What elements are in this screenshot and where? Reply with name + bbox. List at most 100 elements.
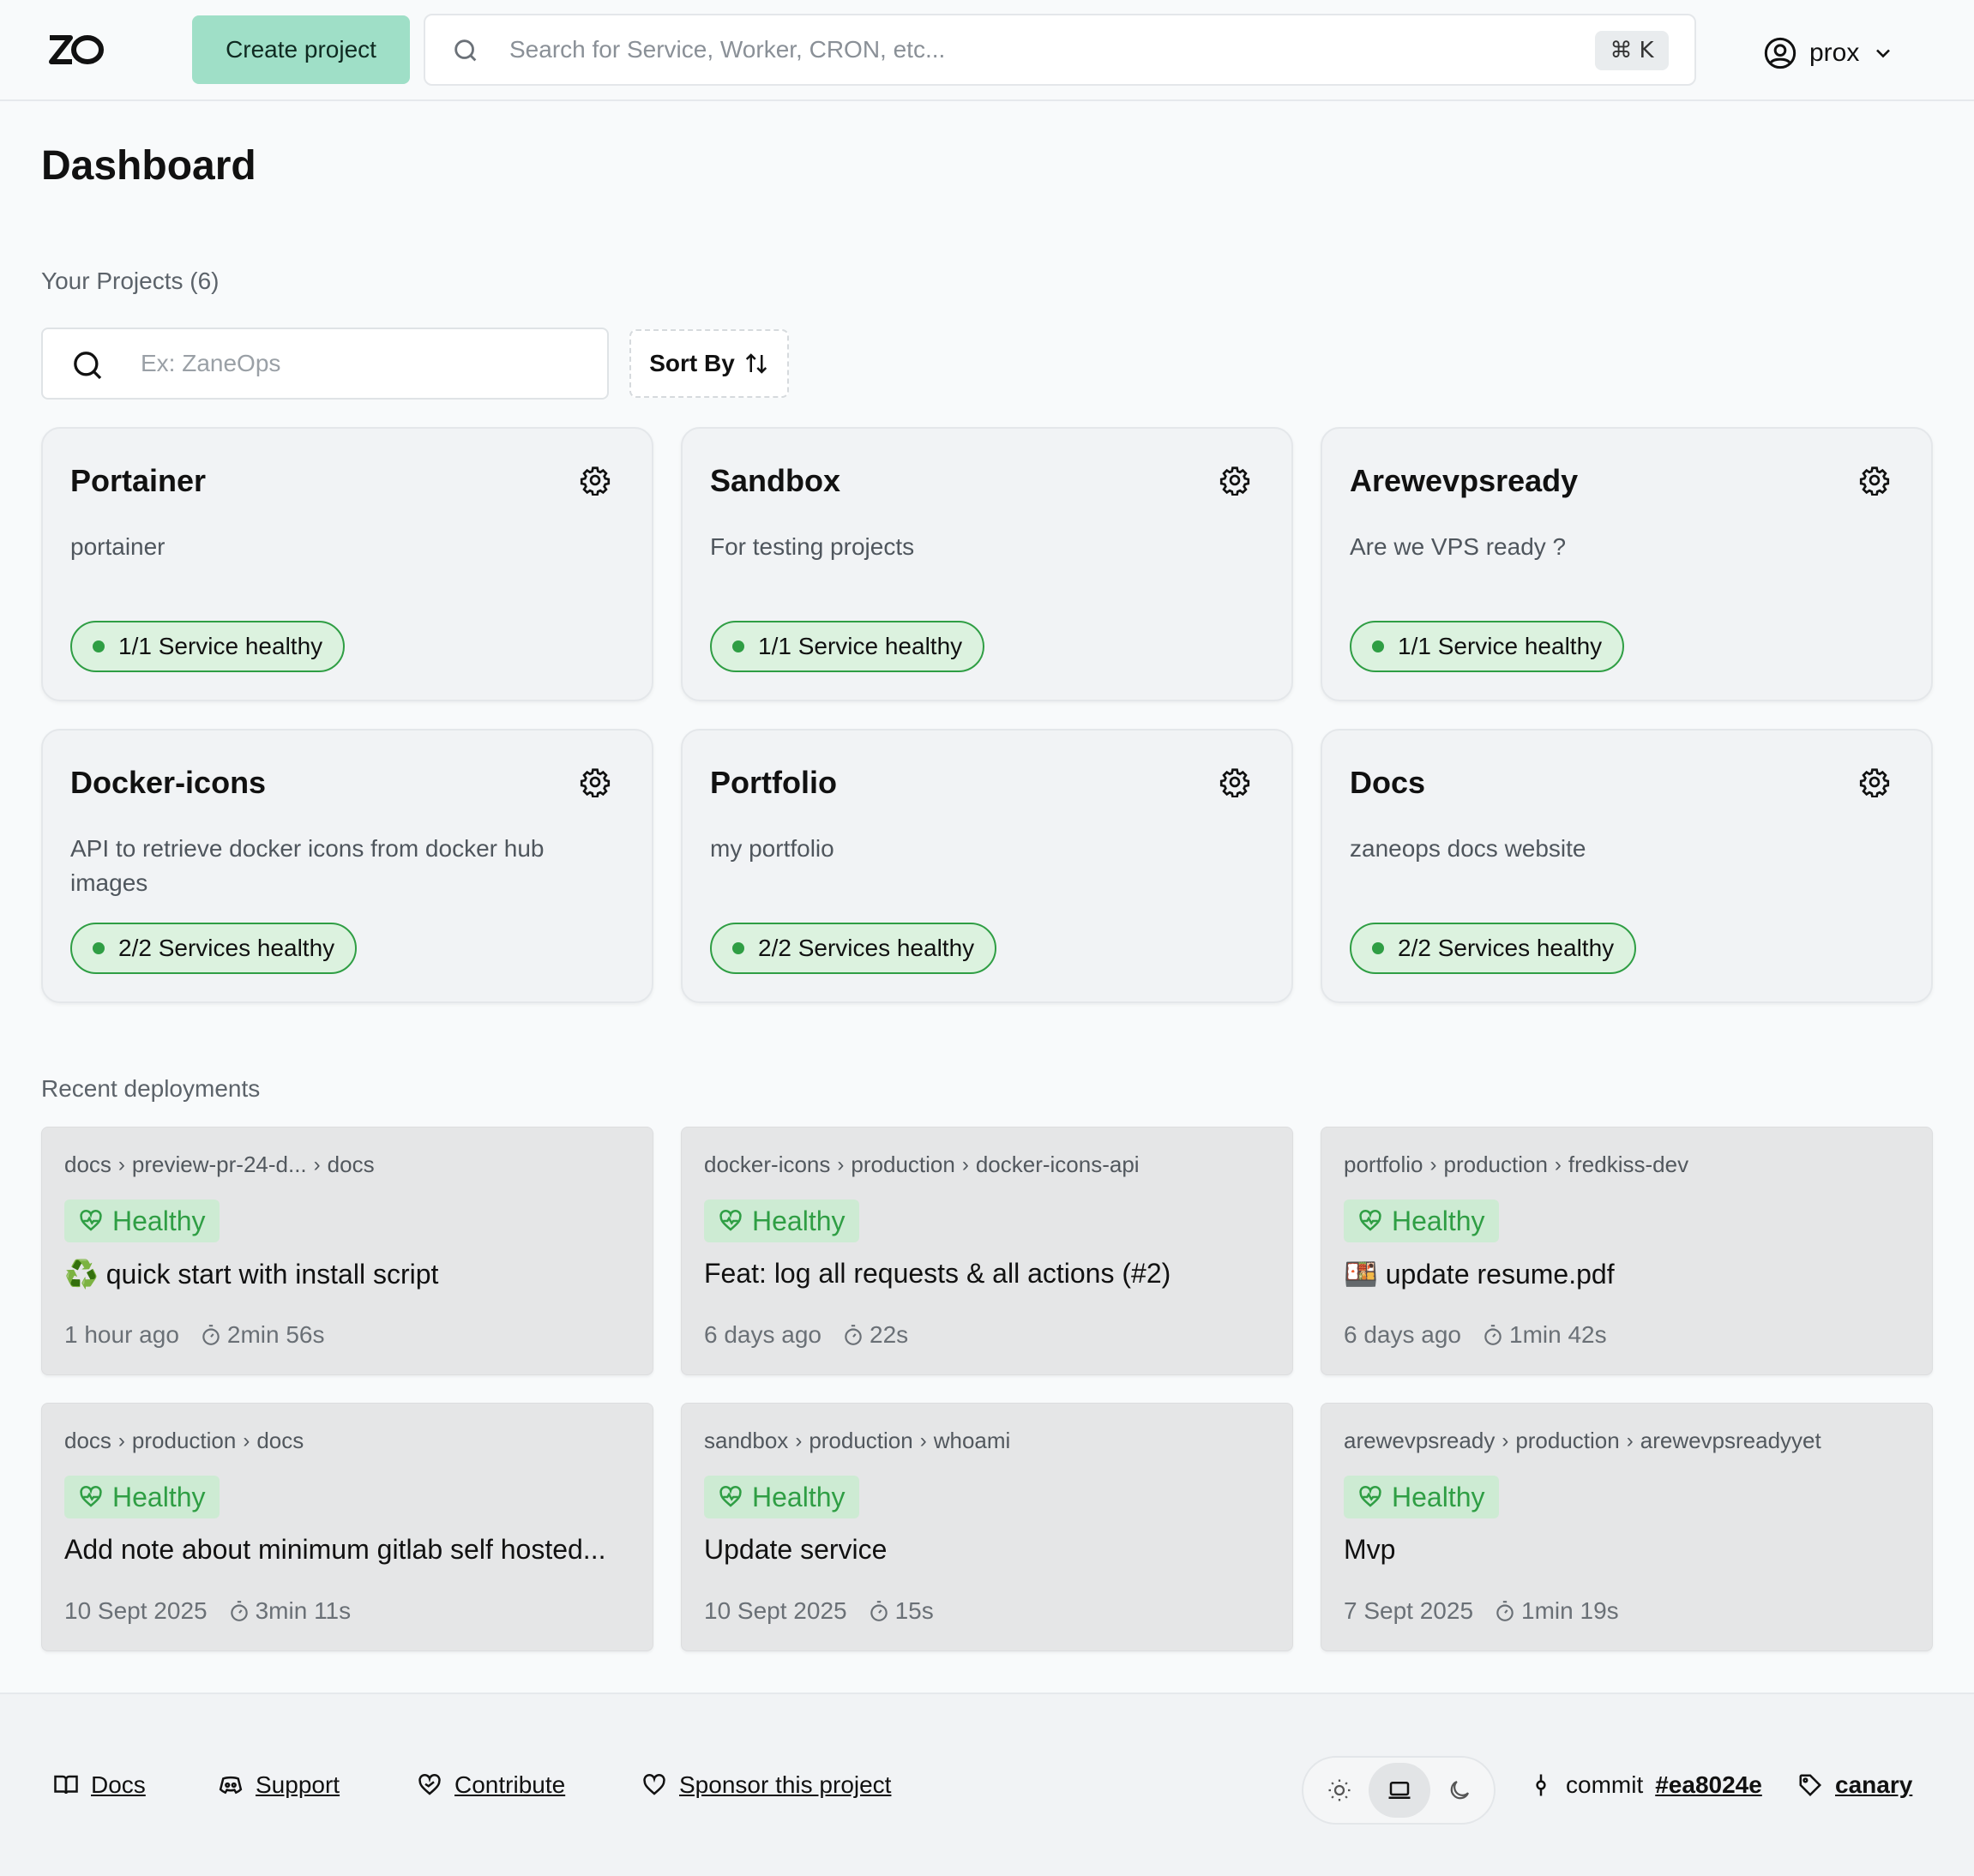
user-menu[interactable]: prox (1763, 29, 1895, 77)
support-link[interactable]: Support (218, 1771, 340, 1799)
contribute-link[interactable]: Contribute (417, 1771, 565, 1799)
deployment-card[interactable]: docs › preview-pr-24-d... › docs Healthy ♻… (41, 1127, 653, 1375)
status-dot (93, 942, 105, 954)
timer-icon (1484, 1325, 1502, 1345)
book-icon (54, 1775, 78, 1795)
status-label: Healthy (112, 1205, 206, 1236)
deployment-time: 10 Sept 2025 (704, 1597, 847, 1624)
gear-icon[interactable] (580, 767, 611, 797)
project-card[interactable]: Docker-icons API to retrieve docker icon… (41, 729, 653, 1003)
breadcrumb-project[interactable]: sandbox (704, 1428, 788, 1454)
project-card[interactable]: Arewevpsready Are we VPS ready ? 1/1 Ser… (1321, 427, 1933, 701)
commit-hash-link[interactable]: #ea8024e (1655, 1771, 1762, 1799)
project-card[interactable]: Sandbox For testing projects 1/1 Service… (681, 427, 1293, 701)
global-search-input[interactable]: Search for Service, Worker, CRON, etc...… (424, 14, 1696, 86)
breadcrumb-service[interactable]: whoami (934, 1428, 1011, 1454)
gear-icon[interactable] (1859, 465, 1890, 496)
breadcrumb-project[interactable]: docs (64, 1151, 111, 1178)
duration-value: 22s (870, 1321, 909, 1348)
breadcrumb: docs › preview-pr-24-d... › docs (64, 1151, 375, 1178)
commit-message: Update service (704, 1534, 888, 1565)
badge-label: 2/2 Services healthy (1398, 935, 1615, 961)
project-name[interactable]: Docs (1350, 765, 1425, 801)
deployment-duration: 2min 56s (200, 1321, 325, 1349)
heart-pulse-icon (80, 1485, 102, 1507)
duration-value: 1min 19s (1521, 1597, 1619, 1624)
breadcrumb-project[interactable]: docker-icons (704, 1151, 830, 1178)
project-name[interactable]: Sandbox (710, 463, 840, 499)
project-card[interactable]: Portainer portainer 1/1 Service healthy (41, 427, 653, 701)
docs-link[interactable]: Docs (53, 1771, 146, 1799)
service-health-badge: 2/2 Services healthy (1350, 923, 1637, 974)
tag-icon (1799, 1774, 1822, 1797)
breadcrumb-service[interactable]: arewevpsreadyyet (1640, 1428, 1821, 1454)
breadcrumb-environment[interactable]: production (132, 1428, 236, 1454)
service-health-badge: 1/1 Service healthy (70, 621, 346, 672)
status-badge: Healthy (64, 1476, 220, 1518)
theme-system-button[interactable] (1369, 1763, 1430, 1818)
channel-link[interactable]: canary (1835, 1771, 1912, 1799)
breadcrumb-environment[interactable]: production (1444, 1151, 1548, 1178)
theme-light-button[interactable] (1309, 1763, 1370, 1818)
commit-message: Add note about minimum gitlab self hoste… (64, 1534, 606, 1565)
breadcrumb-service[interactable]: docs (328, 1151, 375, 1178)
service-health-badge: 2/2 Services healthy (710, 923, 997, 974)
commit-info: commit #ea8024e (1528, 1771, 1762, 1799)
breadcrumb-project[interactable]: arewevpsready (1344, 1428, 1495, 1454)
command-key: ⌘ (1610, 38, 1633, 63)
deployment-card[interactable]: docs › production › docs Healthy Add note … (41, 1403, 653, 1651)
project-name[interactable]: Portainer (70, 463, 206, 499)
breadcrumb-service[interactable]: fredkiss-dev (1568, 1151, 1688, 1178)
deployment-time: 10 Sept 2025 (64, 1597, 208, 1624)
project-name[interactable]: Arewevpsready (1350, 463, 1578, 499)
project-card[interactable]: Portfolio my portfolio 2/2 Services heal… (681, 729, 1293, 1003)
sort-by-button[interactable]: Sort By (629, 329, 789, 398)
breadcrumb-environment[interactable]: preview-pr-24-d... (132, 1151, 307, 1178)
footer: Docs Support Contribute Sponsor this pro… (0, 1693, 1974, 1876)
deployment-card[interactable]: arewevpsready › production › arewevpsready… (1321, 1403, 1933, 1651)
status-label: Healthy (1392, 1205, 1485, 1236)
status-badge: Healthy (64, 1200, 220, 1242)
breadcrumb-project[interactable]: portfolio (1344, 1151, 1423, 1178)
sponsor-label: Sponsor this project (679, 1771, 892, 1798)
username: prox (1809, 39, 1860, 67)
deployment-meta: 7 Sept 2025 1min 19s (1344, 1597, 1619, 1625)
git-commit-icon (1536, 1774, 1546, 1796)
deployment-card[interactable]: docker-icons › production › docker-icons-a… (681, 1127, 1293, 1375)
discord-icon (219, 1776, 243, 1795)
project-name[interactable]: Portfolio (710, 765, 837, 801)
duration-value: 15s (894, 1597, 934, 1624)
deployment-time: 1 hour ago (64, 1321, 179, 1348)
badge-label: 1/1 Service healthy (758, 633, 963, 659)
moon-icon (1450, 1780, 1470, 1800)
create-project-button[interactable]: Create project (192, 15, 410, 84)
breadcrumb-project[interactable]: docs (64, 1428, 111, 1454)
chevron-right-icon: › (1554, 1152, 1562, 1176)
deployment-card[interactable]: sandbox › production › whoami Healthy Upda… (681, 1403, 1293, 1651)
gear-icon[interactable] (1219, 465, 1250, 496)
sponsor-link[interactable]: Sponsor this project (641, 1771, 891, 1799)
gear-icon[interactable] (1859, 767, 1890, 797)
heart-icon (643, 1773, 665, 1795)
status-label: Healthy (1392, 1481, 1485, 1512)
status-dot (1372, 942, 1384, 954)
gear-icon[interactable] (1219, 767, 1250, 797)
heart-pulse-icon (1359, 1485, 1381, 1507)
breadcrumb-environment[interactable]: production (1515, 1428, 1619, 1454)
project-search-input[interactable]: Ex: ZaneOps (41, 328, 609, 400)
breadcrumb-service[interactable]: docker-icons-api (976, 1151, 1140, 1178)
project-card[interactable]: Docs zaneops docs website 2/2 Services h… (1321, 729, 1933, 1003)
project-name[interactable]: Docker-icons (70, 765, 266, 801)
gear-icon[interactable] (580, 465, 611, 496)
project-search-placeholder: Ex: ZaneOps (141, 350, 281, 376)
breadcrumb-service[interactable]: docs (256, 1428, 304, 1454)
chevron-right-icon: › (1429, 1152, 1437, 1176)
breadcrumb-environment[interactable]: production (851, 1151, 954, 1178)
zaneops-logo[interactable] (46, 33, 105, 67)
badge-label: 1/1 Service healthy (1398, 633, 1603, 659)
breadcrumb-environment[interactable]: production (809, 1428, 912, 1454)
search-icon (454, 39, 477, 62)
deployment-card[interactable]: portfolio › production › fredkiss-dev Heal… (1321, 1127, 1933, 1375)
theme-dark-button[interactable] (1429, 1763, 1490, 1818)
search-shortcut: ⌘ K (1595, 31, 1669, 70)
